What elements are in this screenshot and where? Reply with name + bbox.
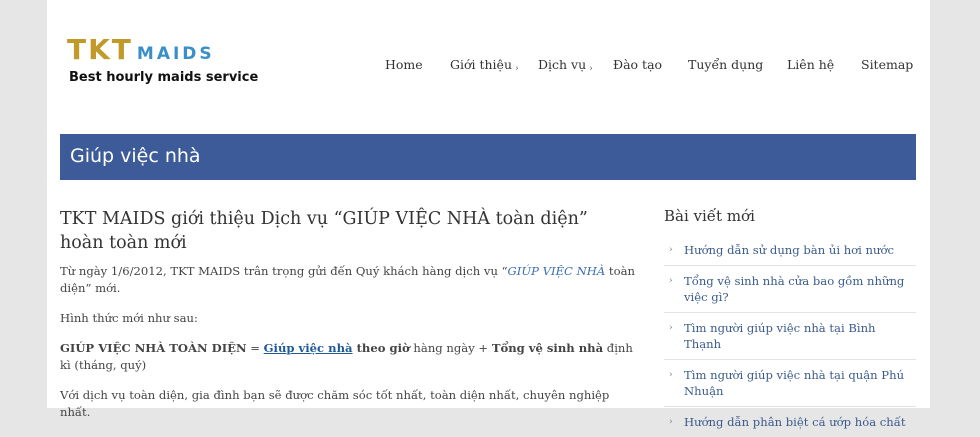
nav-item-lien-he[interactable]: Liên hệ <box>787 57 834 72</box>
nav-item-label: Liên hệ <box>787 57 835 72</box>
recent-post-label: Hướng dẫn phân biệt cá ướp hóa chất <box>684 415 906 429</box>
format-paragraph: Hình thức mới như sau: <box>60 311 198 325</box>
chevron-right-icon: › <box>669 417 673 427</box>
post-title[interactable]: TKT MAIDS giới thiệu Dịch vụ “GIÚP VIỆC … <box>60 207 635 255</box>
nav-item-sitemap[interactable]: Sitemap <box>861 57 913 72</box>
nav-item-home[interactable]: Home <box>385 57 423 72</box>
nav-item-label: Sitemap <box>861 57 914 72</box>
nav-item-label: Home <box>385 57 423 72</box>
intro-text: Từ ngày 1/6/2012, TKT MAIDS trân trọng g… <box>60 264 508 278</box>
chevron-right-icon: › <box>515 64 519 74</box>
nav-item-gioi-thieu[interactable]: Giới thiệu › <box>450 57 519 74</box>
nav-item-dao-tao[interactable]: Đào tạo <box>613 57 662 72</box>
recent-post-item[interactable]: › Tìm người giúp việc nhà tại Bình Thạnh <box>664 312 916 359</box>
formula-paragraph: GIÚP VIỆC NHÀ TOÀN DIỆN = Giúp việc nhà … <box>60 340 635 374</box>
nav-item-label: Giới thiệu <box>450 57 512 72</box>
recent-post-item[interactable]: › Hướng dẫn phân biệt cá ướp hóa chất <box>664 406 916 437</box>
nav-item-label: Đào tạo <box>613 57 663 72</box>
nav-item-dich-vu[interactable]: Dịch vụ › <box>538 57 593 74</box>
intro-paragraph: Từ ngày 1/6/2012, TKT MAIDS trân trọng g… <box>60 263 635 297</box>
recent-post-label: Tổng vệ sinh nhà cửa bao gồm những việc … <box>684 274 905 304</box>
chevron-right-icon: › <box>669 370 673 380</box>
chevron-right-icon: › <box>669 276 673 286</box>
sidebar-recent-posts: Bài viết mới › Hướng dẫn sử dụng bàn ủi h… <box>664 207 916 437</box>
formula-equals: = <box>246 341 264 355</box>
formula-heading: GIÚP VIỆC NHÀ TOÀN DIỆN <box>60 341 247 355</box>
page-container: TKT MAIDS Best hourly maids service Home … <box>47 0 930 429</box>
sidebar-title: Bài viết mới <box>664 207 755 225</box>
page-title: Giúp việc nhà <box>70 145 201 167</box>
formula-daily: hàng ngày + <box>409 341 492 355</box>
recent-post-item[interactable]: › Tổng vệ sinh nhà cửa bao gồm những việc… <box>664 265 916 312</box>
service-name-highlight: GIÚP VIỆC NHÀ <box>507 264 606 278</box>
benefit-paragraph: Với dịch vụ toàn diện, gia đình bạn sẽ đ… <box>60 388 610 419</box>
chevron-right-icon: › <box>589 64 593 74</box>
recent-post-label: Hướng dẫn sử dụng bàn ủi hơi nước <box>684 243 894 257</box>
chevron-right-icon: › <box>669 323 673 333</box>
page-title-banner: Giúp việc nhà <box>60 134 916 180</box>
recent-post-item[interactable]: › Hướng dẫn sử dụng bàn ủi hơi nước <box>664 235 916 265</box>
recent-post-label: Tìm người giúp việc nhà tại quận Phú Nhu… <box>684 368 905 398</box>
main-navigation: Home Giới thiệu › Dịch vụ › Đào tạo Tuyển … <box>47 57 930 77</box>
nav-item-tuyen-dung[interactable]: Tuyển dụng <box>688 57 763 72</box>
nav-item-label: Dịch vụ <box>538 57 587 72</box>
giup-viec-nha-link[interactable]: Giúp việc nhà <box>264 341 353 355</box>
recent-post-item[interactable]: › Tìm người giúp việc nhà tại quận Phú Nh… <box>664 359 916 406</box>
nav-item-label: Tuyển dụng <box>688 57 764 72</box>
formula-by-hour: theo giờ <box>352 341 410 355</box>
main-content: TKT MAIDS giới thiệu Dịch vụ “GIÚP VIỆC … <box>60 207 635 421</box>
chevron-right-icon: › <box>669 245 673 255</box>
formula-cleaning: Tổng vệ sinh nhà <box>491 341 604 355</box>
recent-post-label: Tìm người giúp việc nhà tại Bình Thạnh <box>684 321 876 351</box>
